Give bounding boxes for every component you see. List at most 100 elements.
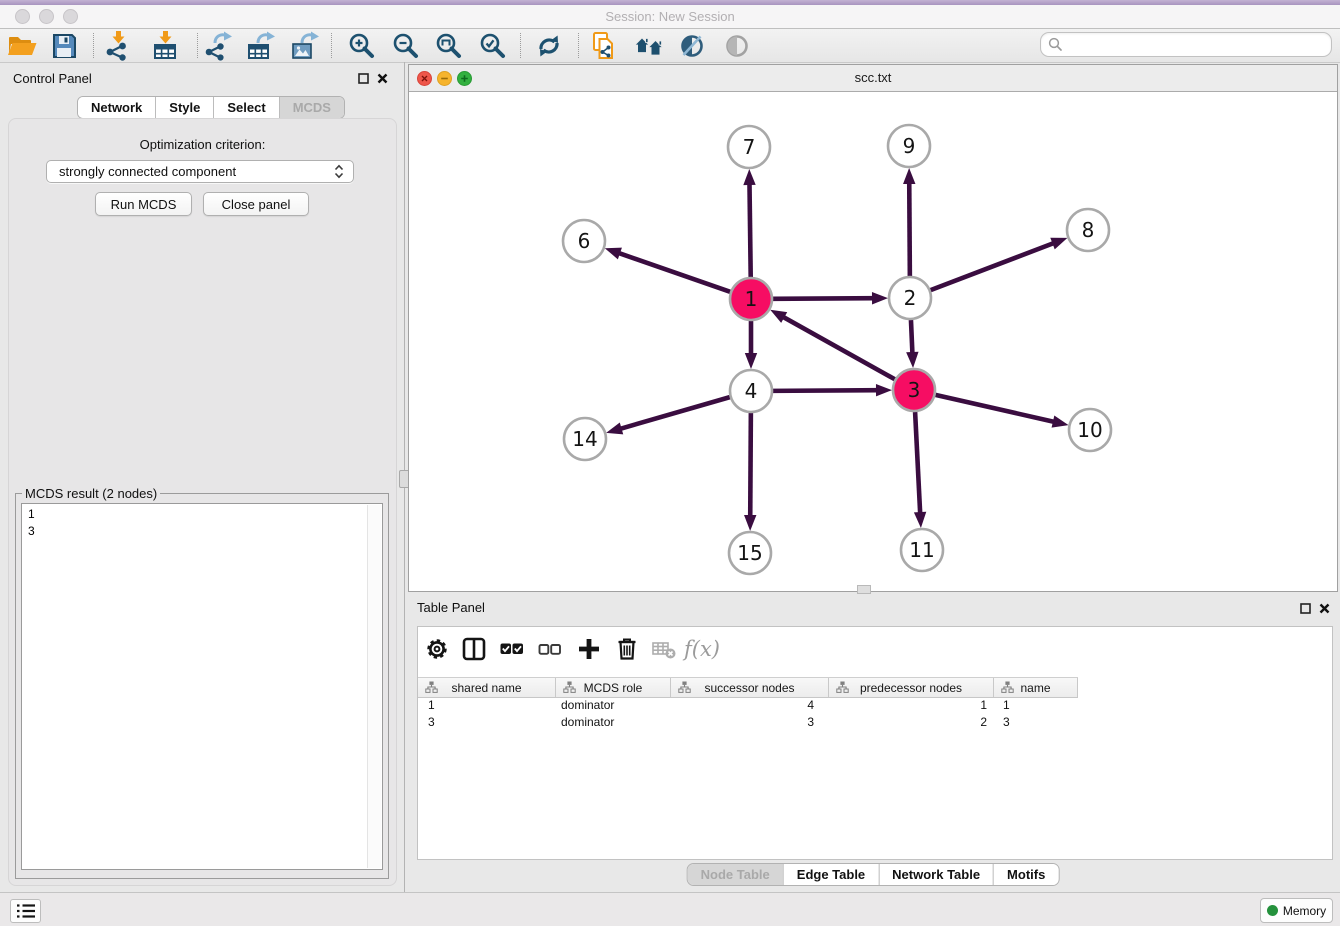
- graph-edge-4-14[interactable]: [619, 397, 730, 429]
- tab-edge-table[interactable]: Edge Table: [783, 864, 878, 885]
- zoom-out-button[interactable]: [388, 29, 424, 62]
- export-table-button[interactable]: [243, 29, 279, 62]
- optimization-criterion-dropdown[interactable]: strongly connected component: [46, 160, 354, 183]
- table-panel-close-button[interactable]: [1316, 600, 1332, 616]
- table-row[interactable]: 3dominator323: [418, 714, 1332, 731]
- zoom-fit-icon: [434, 32, 464, 60]
- run-mcds-button[interactable]: Run MCDS: [95, 192, 192, 216]
- graph-edge-2-8[interactable]: [931, 242, 1056, 290]
- table-cell: 1: [994, 698, 1078, 712]
- table-cell: 1: [829, 698, 994, 712]
- delete-rows-button[interactable]: [610, 632, 644, 666]
- edge-arrowhead: [903, 168, 915, 184]
- table-rows: 1dominator4113dominator323: [418, 697, 1332, 730]
- tab-select[interactable]: Select: [213, 97, 278, 118]
- tab-mcds[interactable]: MCDS: [279, 97, 344, 118]
- first-neighbors-houses-icon: [634, 31, 664, 61]
- graph-edge-1-7[interactable]: [749, 182, 750, 277]
- tab-network[interactable]: Network: [78, 97, 155, 118]
- graph-edge-4-15[interactable]: [750, 413, 751, 518]
- refresh-icon: [534, 32, 564, 60]
- graph-edge-3-1[interactable]: [782, 316, 895, 379]
- control-panel-float-button[interactable]: [355, 70, 371, 86]
- graph-edge-4-3[interactable]: [773, 390, 879, 391]
- search-input[interactable]: [1040, 32, 1332, 57]
- deselect-all-button[interactable]: [533, 632, 567, 666]
- network-canvas[interactable]: 1234678910111415: [409, 92, 1337, 590]
- export-image-button[interactable]: [287, 29, 323, 62]
- zoom-fit-button[interactable]: [431, 29, 467, 62]
- edge-arrowhead: [744, 515, 756, 531]
- export-table-icon: [246, 31, 276, 61]
- save-session-button[interactable]: [46, 29, 82, 62]
- graph-edge-1-2[interactable]: [773, 298, 875, 299]
- tab-motifs[interactable]: Motifs: [993, 864, 1058, 885]
- column-header-MCDS-role[interactable]: MCDS role: [556, 678, 671, 697]
- dropdown-value: strongly connected component: [59, 164, 334, 179]
- table-cell: dominator: [556, 715, 671, 729]
- select-all-button[interactable]: [495, 632, 529, 666]
- main-titlebar: Session: New Session: [0, 5, 1340, 29]
- graph-edge-1-6[interactable]: [617, 252, 730, 291]
- refresh-button[interactable]: [531, 29, 567, 62]
- memory-button[interactable]: Memory: [1260, 898, 1333, 923]
- edge-arrowhead: [914, 512, 926, 528]
- table-panel-float-button[interactable]: [1297, 600, 1313, 616]
- zoom-selected-button[interactable]: [475, 29, 511, 62]
- graph-node-label: 11: [909, 538, 934, 562]
- graph-node-label: 9: [903, 134, 916, 158]
- network-graph: 1234678910111415: [409, 92, 1337, 590]
- memory-status-icon: [1267, 905, 1278, 916]
- table-cell: dominator: [556, 698, 671, 712]
- import-network-button[interactable]: [100, 29, 136, 62]
- list-icon: [14, 901, 38, 921]
- mcds-result-title: MCDS result (2 nodes): [22, 486, 160, 501]
- result-scrollbar[interactable]: [367, 505, 381, 868]
- import-table-button[interactable]: [147, 29, 183, 62]
- tab-network-table[interactable]: Network Table: [878, 864, 993, 885]
- column-header-predecessor-nodes[interactable]: predecessor nodes: [829, 678, 994, 697]
- graph-node-label: 10: [1077, 418, 1102, 442]
- export-network-button[interactable]: [200, 29, 236, 62]
- graph-edge-2-3[interactable]: [911, 320, 913, 355]
- hide-graphics-details-button[interactable]: [674, 29, 710, 62]
- horizontal-splitter-handle[interactable]: [857, 585, 871, 594]
- close-panel-button[interactable]: Close panel: [203, 192, 309, 216]
- graph-edge-3-11[interactable]: [915, 412, 920, 515]
- open-folder-icon: [7, 32, 37, 60]
- clone-network-button[interactable]: [586, 29, 622, 62]
- deselect-all-icon: [537, 636, 563, 662]
- tab-node-table[interactable]: Node Table: [688, 864, 783, 885]
- delete-table-icon: [651, 636, 677, 662]
- mcds-result-textarea[interactable]: 13: [21, 503, 383, 870]
- show-graphics-details-button[interactable]: [719, 29, 755, 62]
- function-builder-button[interactable]: f(x): [685, 632, 719, 666]
- add-row-button[interactable]: [572, 632, 606, 666]
- column-header-successor-nodes[interactable]: successor nodes: [671, 678, 829, 697]
- close-icon: [1319, 603, 1330, 614]
- first-neighbors-button[interactable]: [631, 29, 667, 62]
- memory-label: Memory: [1283, 904, 1326, 918]
- graph-edge-2-9[interactable]: [909, 181, 910, 276]
- table-row[interactable]: 1dominator411: [418, 697, 1332, 714]
- status-bar: Memory: [0, 892, 1340, 926]
- network-window-title: scc.txt: [409, 65, 1337, 91]
- graph-edge-3-10[interactable]: [935, 395, 1055, 422]
- control-panel-close-button[interactable]: [374, 70, 390, 86]
- result-line: 1: [28, 506, 382, 523]
- task-history-button[interactable]: [10, 899, 41, 923]
- delete-table-button[interactable]: [647, 632, 681, 666]
- columns-icon: [461, 636, 487, 662]
- tab-style[interactable]: Style: [155, 97, 213, 118]
- zoom-in-button[interactable]: [344, 29, 380, 62]
- show-columns-button[interactable]: [457, 632, 491, 666]
- table-settings-button[interactable]: [420, 632, 454, 666]
- toolbar-separator: [520, 33, 521, 58]
- column-header-shared-name[interactable]: shared name: [418, 678, 556, 697]
- open-file-button[interactable]: [4, 29, 40, 62]
- table-cell: 4: [671, 698, 829, 712]
- column-header-name[interactable]: name: [994, 678, 1078, 697]
- mcds-result-lines: 13: [22, 504, 382, 539]
- edge-arrowhead: [872, 292, 888, 304]
- export-image-icon: [290, 31, 320, 61]
